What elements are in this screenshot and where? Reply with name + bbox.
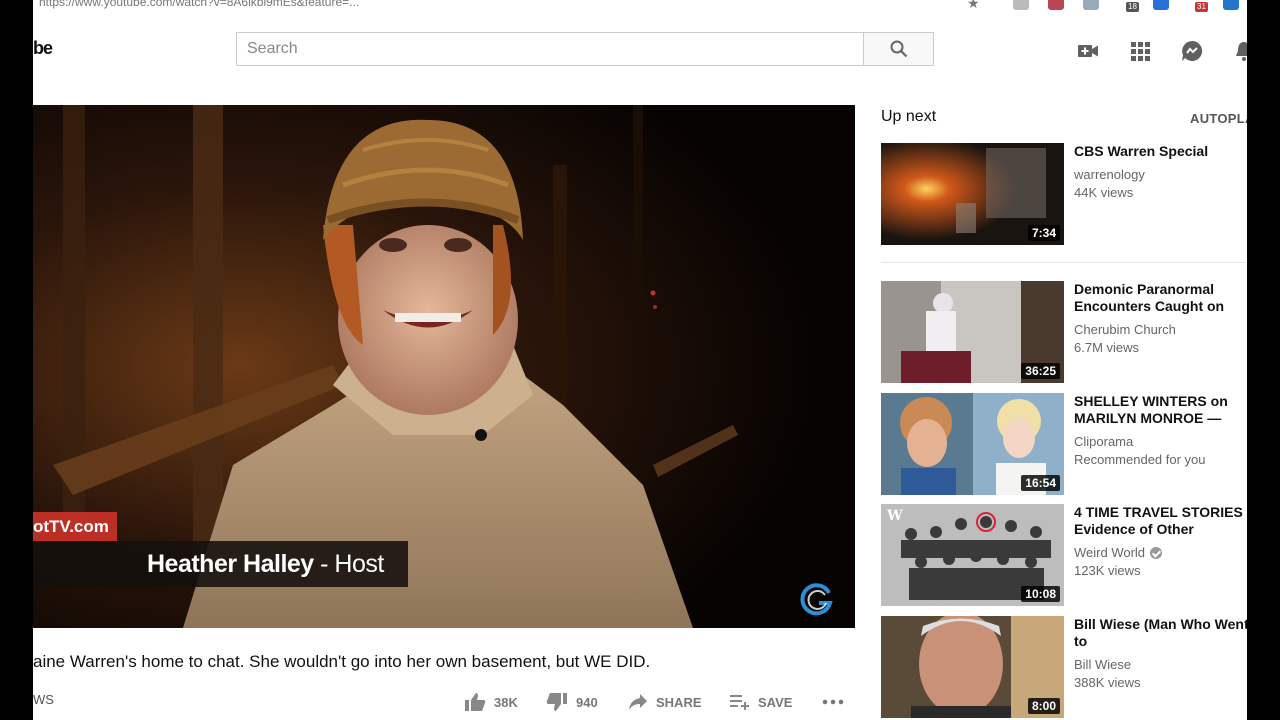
- extension-icon[interactable]: [1013, 0, 1029, 10]
- channel-name-text: Cliporama: [1074, 434, 1134, 449]
- share-arrow-icon: [629, 694, 647, 710]
- divider: [881, 262, 1247, 263]
- video-thumbnail[interactable]: 7:34: [881, 143, 1064, 245]
- search-icon: [890, 40, 908, 58]
- extension-icon[interactable]: [1223, 0, 1239, 10]
- site-label-text: otTV.com: [33, 517, 109, 536]
- video-thumbnail[interactable]: 8:00: [881, 616, 1064, 718]
- channel-name[interactable]: Weird World: [1074, 544, 1247, 561]
- youtube-logo[interactable]: be: [33, 38, 53, 59]
- thumbs-down-icon: [546, 693, 567, 711]
- video-duration: 36:25: [1021, 363, 1060, 379]
- extension-badge: 18: [1126, 2, 1139, 12]
- messages-icon[interactable]: [1180, 39, 1204, 63]
- bookmark-star-icon[interactable]: ★: [967, 0, 983, 11]
- view-count: 123K views: [1074, 563, 1141, 578]
- channel-name[interactable]: Bill Wiese: [1074, 656, 1247, 673]
- search-input[interactable]: [237, 33, 863, 65]
- lower-third-name-banner: Heather Halley - Host: [33, 541, 408, 587]
- share-button[interactable]: SHARE: [628, 690, 702, 714]
- video-duration: 7:34: [1027, 225, 1060, 241]
- video-title[interactable]: Bill Wiese (Man Who Went to Hell) - 23 M…: [1074, 616, 1247, 650]
- video-title[interactable]: 4 TIME TRAVEL STORIES Evidence of Other …: [1074, 504, 1247, 538]
- sidebar-video-item[interactable]: 7:34 CBS Warren Special warrenology 44K …: [881, 143, 1247, 246]
- view-count: 44K views: [1074, 185, 1134, 200]
- video-meta: 4 TIME TRAVEL STORIES Evidence of Other …: [1074, 504, 1247, 581]
- sidebar-video-item[interactable]: 36:25 Demonic Paranormal Encounters Caug…: [881, 281, 1247, 384]
- video-meta: SHELLEY WINTERS on MARILYN MONROE — Diva…: [1074, 393, 1247, 470]
- address-bar[interactable]: https://www.youtube.com/watch?v=8A6ikbi9…: [33, 0, 1247, 15]
- search-button[interactable]: [864, 32, 934, 66]
- channel-watermark-icon[interactable]: [799, 581, 835, 617]
- video-meta: CBS Warren Special warrenology 44K views: [1074, 143, 1247, 203]
- upload-video-icon[interactable]: [1076, 39, 1100, 63]
- video-title[interactable]: Demonic Paranormal Encounters Caught on …: [1074, 281, 1247, 315]
- share-label: SHARE: [656, 694, 702, 710]
- search-box[interactable]: [236, 32, 864, 66]
- verified-badge-icon: [1150, 546, 1163, 559]
- autoplay-toggle-label[interactable]: AUTOPLAY: [1190, 111, 1247, 126]
- extension-icon[interactable]: [1083, 0, 1099, 10]
- host-role: - Host: [313, 550, 384, 578]
- recommendation-note: Recommended for you: [1074, 452, 1206, 467]
- video-thumbnail[interactable]: 16:54: [881, 393, 1064, 495]
- channel-name[interactable]: warrenology: [1074, 166, 1247, 183]
- view-count: WS: [33, 692, 54, 707]
- extension-icon[interactable]: [1153, 0, 1169, 10]
- view-count: 388K views: [1074, 675, 1141, 690]
- sidebar-video-item[interactable]: 8:00 Bill Wiese (Man Who Went to Hell) -…: [881, 616, 1247, 719]
- thumbs-up-icon: [465, 693, 486, 711]
- like-count: 38K: [494, 694, 518, 710]
- notifications-bell-icon[interactable]: [1232, 39, 1247, 63]
- lower-third-site-label: otTV.com: [33, 512, 117, 542]
- save-button[interactable]: SAVE: [730, 690, 792, 714]
- channel-name-text: Weird World: [1074, 545, 1146, 560]
- more-actions-button[interactable]: [822, 690, 844, 714]
- channel-name-text: warrenology: [1074, 167, 1145, 182]
- channel-name[interactable]: Cherubim Church: [1074, 321, 1247, 338]
- channel-name[interactable]: Cliporama: [1074, 433, 1247, 450]
- video-title: aine Warren's home to chat. She wouldn't…: [33, 652, 651, 671]
- apps-grid-icon[interactable]: [1128, 39, 1152, 63]
- like-button[interactable]: 38K: [464, 690, 518, 714]
- svg-text:W: W: [886, 508, 903, 524]
- video-title[interactable]: SHELLEY WINTERS on MARILYN MONROE — Diva: [1074, 393, 1247, 427]
- view-count: 6.7M views: [1074, 340, 1140, 355]
- site-header: be: [33, 14, 1247, 80]
- more-horizontal-icon: [822, 699, 844, 705]
- video-duration: 8:00: [1027, 698, 1060, 714]
- video-meta: Demonic Paranormal Encounters Caught on …: [1074, 281, 1247, 358]
- video-thumbnail[interactable]: W 10:08: [881, 504, 1064, 606]
- save-label: SAVE: [758, 694, 793, 710]
- host-name: Heather Halley: [147, 550, 314, 578]
- playlist-add-icon: [730, 695, 749, 710]
- video-meta: Bill Wiese (Man Who Went to Hell) - 23 M…: [1074, 616, 1247, 693]
- sidebar-video-item[interactable]: 16:54 SHELLEY WINTERS on MARILYN MONROE …: [881, 393, 1247, 496]
- video-duration: 10:08: [1021, 586, 1060, 602]
- channel-name-text: Cherubim Church: [1074, 322, 1176, 337]
- browser-frame: https://www.youtube.com/watch?v=8A6ikbi9…: [33, 0, 1247, 720]
- dislike-count: 940: [576, 694, 598, 710]
- sidebar-video-item[interactable]: W 10:08 4 TIME TRAVEL STORIES Evidence o…: [881, 504, 1247, 607]
- url-text[interactable]: https://www.youtube.com/watch?v=8A6ikbi9…: [39, 0, 359, 9]
- up-next-heading: Up next: [881, 108, 937, 125]
- channel-name-text: Bill Wiese: [1074, 657, 1132, 672]
- video-title[interactable]: CBS Warren Special: [1074, 143, 1247, 160]
- video-thumbnail[interactable]: 36:25: [881, 281, 1064, 383]
- video-duration: 16:54: [1021, 475, 1060, 491]
- extension-badge: 31: [1195, 2, 1208, 12]
- extension-icon[interactable]: [1048, 0, 1064, 10]
- host-caption: Heather Halley - Host: [147, 541, 384, 587]
- dislike-button[interactable]: 940: [546, 690, 598, 714]
- video-player[interactable]: otTV.com Heather Halley - Host: [33, 105, 855, 628]
